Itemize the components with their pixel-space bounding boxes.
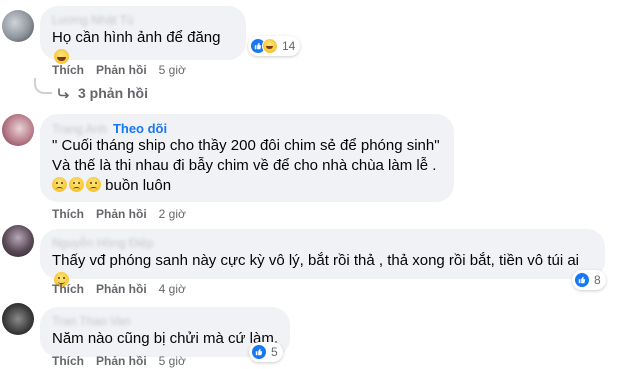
comment-text: Năm nào cũng bị chửi mà cứ làm. bbox=[52, 330, 279, 347]
reaction-summary[interactable]: 5 bbox=[249, 342, 283, 362]
follow-button[interactable]: Theo dõi bbox=[113, 121, 167, 136]
like-button[interactable]: Thích bbox=[52, 354, 84, 368]
avatar[interactable] bbox=[2, 303, 34, 335]
timestamp[interactable]: 5 giờ bbox=[159, 63, 186, 77]
reply-button[interactable]: Phản hồi bbox=[96, 354, 147, 368]
view-replies-label: 3 phản hồi bbox=[78, 85, 148, 101]
avatar[interactable] bbox=[2, 114, 34, 146]
comment-author[interactable]: Nguyễn Hồng Điệp bbox=[52, 236, 593, 251]
view-replies-button[interactable]: 3 phản hồi bbox=[58, 85, 148, 101]
sad-emoji-icon bbox=[52, 177, 67, 192]
reaction-count: 14 bbox=[282, 39, 296, 53]
like-button[interactable]: Thích bbox=[52, 282, 84, 296]
comment-author[interactable]: Tran Thao Van bbox=[52, 314, 278, 329]
reaction-count: 8 bbox=[594, 273, 601, 287]
like-button[interactable]: Thích bbox=[52, 63, 84, 77]
sad-emoji-icon bbox=[86, 177, 101, 192]
like-reaction-icon bbox=[574, 272, 590, 288]
comment-bubble: Trang Anh Theo dõi " Cuối tháng ship cho … bbox=[40, 114, 454, 202]
haha-reaction-icon bbox=[262, 38, 278, 54]
like-reaction-icon bbox=[251, 344, 267, 360]
reaction-summary[interactable]: 14 bbox=[248, 36, 301, 56]
comment-bubble: Nguyễn Hồng Điệp Thấy vđ phóng sanh này … bbox=[40, 229, 605, 287]
reply-button[interactable]: Phản hồi bbox=[96, 63, 147, 77]
comment-actions: Thích Phản hồi 5 giờ bbox=[52, 63, 186, 77]
sad-emoji-icon bbox=[69, 177, 84, 192]
like-button[interactable]: Thích bbox=[52, 207, 84, 221]
reaction-summary[interactable]: 8 bbox=[572, 270, 606, 290]
comment-actions: Thích Phản hồi 2 giờ bbox=[52, 207, 186, 221]
comment-text: Họ cần hình ảnh để đăng bbox=[52, 29, 221, 46]
timestamp[interactable]: 2 giờ bbox=[159, 207, 186, 221]
reaction-count: 5 bbox=[271, 345, 278, 359]
laughing-emoji-icon bbox=[54, 49, 69, 64]
reply-arrow-icon bbox=[58, 85, 70, 101]
comment-text-last-line: buồn luôn bbox=[105, 177, 172, 194]
comment-text: Thấy vđ phóng sanh này cực kỳ vô lý, bắt… bbox=[52, 252, 579, 269]
comment-author[interactable]: Trang Anh bbox=[52, 122, 107, 137]
thread-connector bbox=[34, 78, 52, 94]
timestamp[interactable]: 4 giờ bbox=[159, 282, 186, 296]
avatar[interactable] bbox=[2, 225, 34, 257]
reply-button[interactable]: Phản hồi bbox=[96, 282, 147, 296]
comment-actions: Thích Phản hồi 5 giờ bbox=[52, 354, 186, 368]
comment-actions: Thích Phản hồi 4 giờ bbox=[52, 282, 186, 296]
timestamp[interactable]: 5 giờ bbox=[159, 354, 186, 368]
comment-text: " Cuối tháng ship cho thầy 200 đôi chim … bbox=[52, 137, 440, 174]
reply-button[interactable]: Phản hồi bbox=[96, 207, 147, 221]
comment-author[interactable]: Lương Nhật Tú bbox=[52, 13, 234, 28]
avatar[interactable] bbox=[2, 10, 34, 42]
comment-bubble: Lương Nhật Tú Họ cần hình ảnh để đăng bbox=[40, 6, 246, 64]
